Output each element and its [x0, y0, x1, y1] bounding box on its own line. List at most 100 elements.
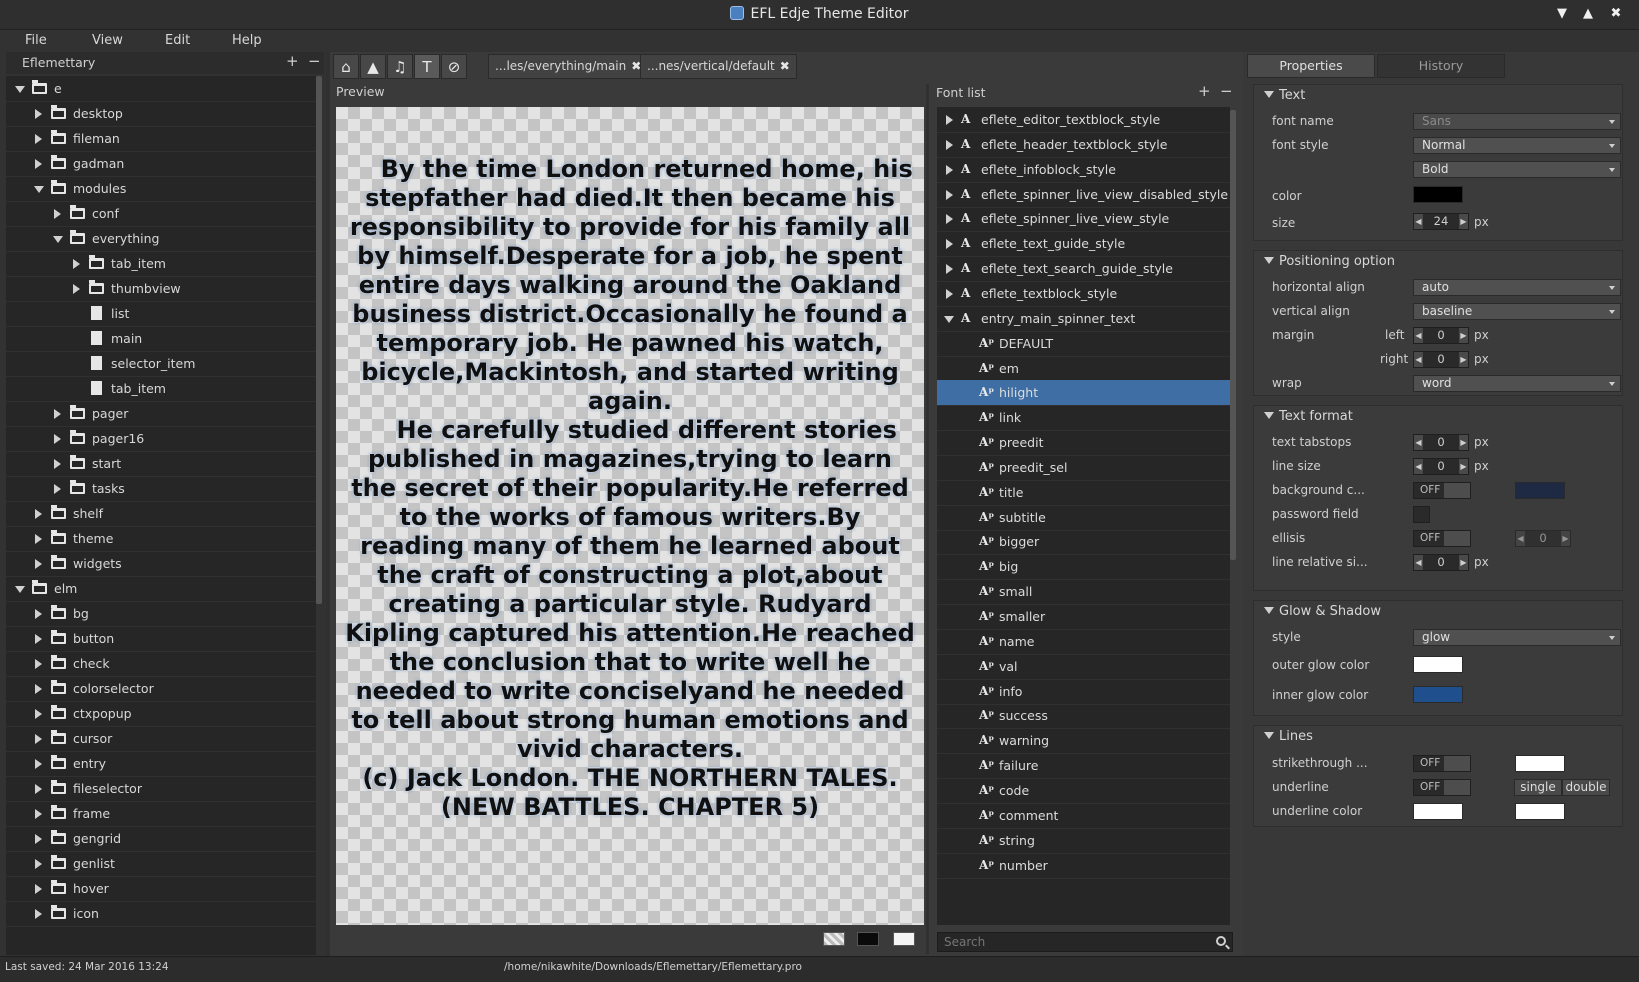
expand-arrow-icon[interactable] [946, 214, 953, 225]
decrement-icon[interactable]: ◀ [1516, 531, 1525, 546]
expand-arrow-icon[interactable] [73, 259, 80, 269]
tree-item[interactable]: entry [6, 751, 316, 777]
expand-arrow-icon[interactable] [35, 684, 42, 694]
font-tag-item[interactable]: Aᵖ subtitle [937, 505, 1230, 531]
increment-icon[interactable]: ▶ [1459, 459, 1468, 474]
line-size-spinner[interactable]: ◀ 0 ▶ [1413, 458, 1469, 475]
inner-glow-swatch[interactable] [1413, 686, 1463, 703]
tree-item[interactable]: e [6, 76, 316, 102]
tree-item[interactable]: elm [6, 576, 316, 602]
expand-arrow-icon[interactable] [35, 509, 42, 519]
menu-file[interactable]: File [25, 33, 47, 48]
tree-item[interactable]: fileselector [6, 776, 316, 802]
underline-color-swatch[interactable] [1413, 803, 1463, 820]
maximize-icon[interactable]: ▲ [1579, 5, 1597, 23]
glow-section-title[interactable]: Glow & Shadow [1264, 604, 1381, 619]
underline-single-button[interactable]: single [1514, 779, 1562, 796]
increment-icon[interactable]: ▶ [1459, 435, 1468, 450]
menu-edit[interactable]: Edit [165, 33, 190, 48]
tree-item[interactable]: pager [6, 401, 316, 427]
search-icon[interactable] [1216, 936, 1226, 946]
strikethrough-color-swatch[interactable] [1515, 755, 1565, 772]
expand-arrow-icon[interactable] [946, 189, 953, 200]
margin-left-spinner[interactable]: ◀ 0 ▶ [1413, 327, 1469, 344]
remove-style-button[interactable]: − [1220, 82, 1233, 100]
tree-item[interactable]: button [6, 626, 316, 652]
bg-checker-button[interactable] [823, 932, 845, 946]
tree-item[interactable]: tab_item [6, 376, 316, 402]
valign-combo[interactable]: baseline [1413, 303, 1621, 320]
tree-item[interactable]: tab_item [6, 251, 316, 277]
font-tag-item[interactable]: Aᵖ link [937, 405, 1230, 432]
tree-item[interactable]: genlist [6, 851, 316, 877]
font-tag-item[interactable]: Aᵖ preedit_sel [937, 455, 1230, 481]
font-style-item[interactable]: Aeflete_textblock_style [937, 281, 1230, 307]
font-tag-item[interactable]: Aᵖ bigger [937, 529, 1230, 556]
menu-view[interactable]: View [92, 33, 123, 48]
expand-arrow-icon[interactable] [54, 409, 61, 419]
expand-arrow-icon[interactable] [35, 559, 42, 569]
splitter-center[interactable] [926, 84, 929, 954]
tree-item[interactable]: main [6, 326, 316, 352]
outer-glow-swatch[interactable] [1413, 656, 1463, 673]
tree-item[interactable]: colorselector [6, 676, 316, 702]
bg-color-swatch[interactable] [1515, 482, 1565, 499]
tab-history[interactable]: History [1377, 54, 1505, 78]
tree-item[interactable]: shelf [6, 501, 316, 527]
tab-vertical-default[interactable]: ...nes/vertical/default ✖ [640, 54, 797, 79]
decrement-icon[interactable]: ◀ [1414, 214, 1423, 229]
decrement-icon[interactable]: ◀ [1414, 435, 1423, 450]
add-style-button[interactable]: + [1198, 82, 1211, 100]
font-style-item[interactable]: Aeflete_editor_textblock_style [937, 107, 1230, 133]
strikethrough-toggle[interactable]: OFF [1413, 755, 1471, 772]
home-icon[interactable]: ⌂ [333, 54, 359, 79]
increment-icon[interactable]: ▶ [1459, 555, 1468, 570]
expand-arrow-icon[interactable] [35, 109, 42, 119]
tree-item[interactable]: gengrid [6, 826, 316, 852]
expand-arrow-icon[interactable] [54, 434, 61, 444]
decrement-icon[interactable]: ◀ [1414, 555, 1423, 570]
font-tag-item[interactable]: Aᵖ val [937, 654, 1230, 680]
expand-arrow-icon[interactable] [35, 859, 42, 869]
tab-everything-main[interactable]: ...les/everything/main ✖ [488, 54, 649, 79]
font-tag-item[interactable]: Aᵖ string [937, 828, 1230, 854]
tree-item[interactable]: desktop [6, 101, 316, 127]
tree-item[interactable]: conf [6, 201, 316, 227]
tree-scrollbar[interactable] [316, 76, 322, 604]
line-relative-spinner[interactable]: ◀ 0 ▶ [1413, 554, 1469, 571]
font-tag-item[interactable]: Aᵖ name [937, 629, 1230, 655]
tree-item[interactable]: thumbview [6, 276, 316, 302]
font-tag-item[interactable]: Aᵖ DEFAULT [937, 331, 1230, 357]
tree-item[interactable]: everything [6, 226, 316, 252]
expand-arrow-icon[interactable] [35, 909, 42, 919]
tree-item[interactable]: bg [6, 601, 316, 627]
font-style-item[interactable]: Aeflete_spinner_live_view_style [937, 206, 1230, 233]
text-icon[interactable]: T [414, 54, 440, 79]
expand-arrow-icon[interactable] [946, 164, 953, 175]
ellipsis-toggle[interactable]: OFF [1413, 530, 1471, 547]
expand-arrow-icon[interactable] [946, 288, 953, 299]
wrap-combo[interactable]: word [1413, 375, 1621, 392]
underline-double-button[interactable]: double [1562, 779, 1610, 796]
font-tag-item[interactable]: Aᵖ info [937, 679, 1230, 705]
font-style-item[interactable]: Aeflete_spinner_live_view_disabled_style [937, 182, 1230, 208]
tab-properties[interactable]: Properties [1247, 54, 1375, 78]
font-tag-item[interactable]: Aᵖ hilight [937, 380, 1230, 407]
font-tag-item[interactable]: Aᵖ success [937, 703, 1230, 730]
underline-color-swatch-2[interactable] [1515, 803, 1565, 820]
password-checkbox[interactable] [1413, 506, 1430, 523]
tree-item[interactable]: check [6, 651, 316, 677]
font-tag-item[interactable]: Aᵖ comment [937, 803, 1230, 829]
font-tag-item[interactable]: Aᵖ preedit [937, 430, 1230, 457]
expand-arrow-icon[interactable] [35, 759, 42, 769]
decrement-icon[interactable]: ◀ [1414, 459, 1423, 474]
expand-arrow-icon[interactable] [946, 115, 953, 125]
expand-arrow-icon[interactable] [35, 784, 42, 794]
remove-group-button[interactable]: − [308, 52, 321, 70]
font-weight-combo[interactable]: Bold [1413, 161, 1621, 178]
font-style-combo[interactable]: Normal [1413, 137, 1621, 154]
image-icon[interactable]: ▲ [360, 54, 386, 79]
tree-item[interactable]: tasks [6, 476, 316, 502]
expand-arrow-icon[interactable] [35, 734, 42, 744]
font-name-combo[interactable]: Sans [1413, 113, 1621, 130]
